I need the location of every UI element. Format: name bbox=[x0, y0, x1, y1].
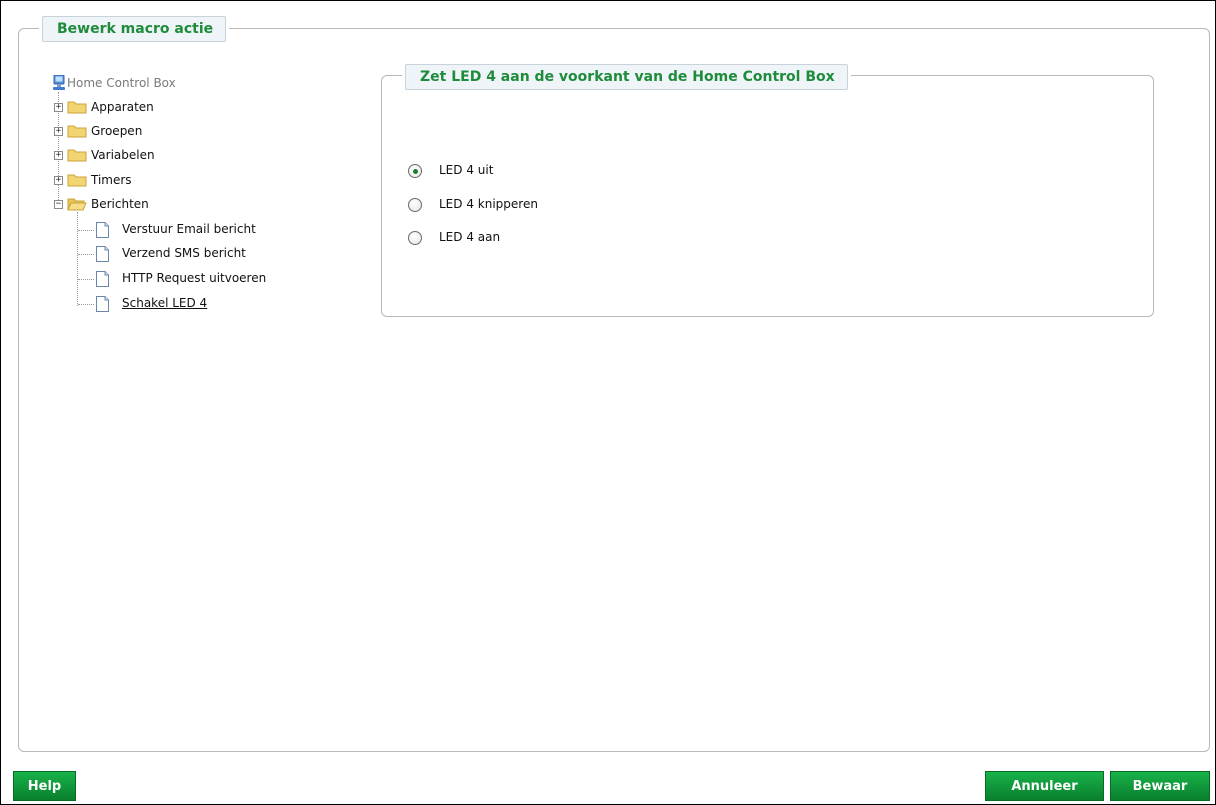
tree-item-label: Verstuur Email bericht bbox=[122, 222, 256, 236]
tree-item-label: Verzend SMS bericht bbox=[122, 246, 246, 260]
radio-label: LED 4 aan bbox=[439, 230, 501, 244]
tree-folder-label: Apparaten bbox=[91, 100, 154, 114]
tree-connector bbox=[78, 279, 94, 280]
document-icon bbox=[96, 271, 109, 287]
tree-root-label: Home Control Box bbox=[67, 76, 176, 90]
led-options-panel bbox=[381, 75, 1154, 317]
folder-icon bbox=[67, 101, 87, 114]
collapse-icon[interactable]: − bbox=[54, 200, 63, 209]
open-folder-icon bbox=[67, 198, 87, 211]
tree-folder-label: Groepen bbox=[91, 124, 143, 138]
document-icon bbox=[96, 222, 109, 238]
help-button[interactable]: Help bbox=[13, 771, 76, 801]
save-button[interactable]: Bewaar bbox=[1110, 771, 1210, 801]
radio-button[interactable] bbox=[408, 198, 422, 212]
cancel-button[interactable]: Annuleer bbox=[985, 771, 1104, 801]
tree-connector bbox=[78, 230, 94, 231]
tree-item-label: HTTP Request uitvoeren bbox=[122, 271, 267, 285]
expand-icon[interactable]: + bbox=[54, 103, 63, 112]
folder-icon bbox=[67, 149, 87, 162]
computer-icon bbox=[53, 75, 65, 90]
radio-label: LED 4 uit bbox=[439, 163, 494, 177]
tree-connector bbox=[77, 212, 78, 306]
tree-connector bbox=[78, 254, 94, 255]
expand-icon[interactable]: + bbox=[54, 127, 63, 136]
tree-folder-label: Berichten bbox=[91, 197, 149, 211]
dialog-title: Bewerk macro actie bbox=[42, 16, 227, 42]
radio-button[interactable] bbox=[408, 231, 422, 245]
tree-item-label-selected: Schakel LED 4 bbox=[122, 296, 208, 310]
folder-icon bbox=[67, 125, 87, 138]
folder-icon bbox=[67, 174, 87, 187]
panel-title: Zet LED 4 aan de voorkant van de Home Co… bbox=[405, 64, 848, 90]
radio-label: LED 4 knipperen bbox=[439, 197, 538, 211]
document-icon bbox=[96, 296, 109, 312]
tree-folder-label: Variabelen bbox=[91, 148, 155, 162]
expand-icon[interactable]: + bbox=[54, 176, 63, 185]
radio-dot bbox=[412, 168, 418, 174]
radio-button-checked[interactable] bbox=[408, 164, 422, 178]
expand-icon[interactable]: + bbox=[54, 151, 63, 160]
tree-connector bbox=[78, 304, 94, 305]
document-icon bbox=[96, 246, 109, 262]
tree-folder-label: Timers bbox=[91, 173, 132, 187]
